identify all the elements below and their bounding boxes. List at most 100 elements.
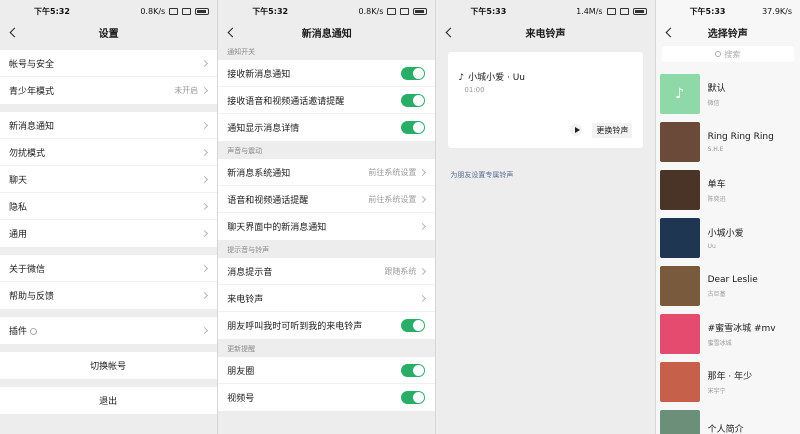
call-notify-row[interactable]: 语音和视频通话提醒 前往系统设置: [218, 186, 436, 213]
ringtone-artist: 微信: [707, 100, 720, 107]
chevron-right-icon: [201, 59, 209, 67]
battery-icon: [413, 7, 428, 15]
ringtone-list-item[interactable]: 个人简介: [656, 406, 800, 434]
ringtone-list-item[interactable]: #蜜雪冰城 #mv 蜜雪冰城: [656, 310, 800, 358]
section-title: 声音与震动: [227, 147, 263, 155]
friend-ringtone-link[interactable]: 为朋友设置专属铃声: [436, 148, 654, 180]
ringtone-artist: Uu: [707, 243, 716, 250]
row-label: 通知显示消息详情: [227, 124, 300, 134]
chevron-right-icon: [201, 326, 209, 335]
settings-help[interactable]: 帮助与反馈: [0, 282, 217, 309]
nav-bar: 设置: [0, 22, 217, 42]
status-bar: 下午5:32 0.8K/s: [218, 0, 435, 22]
page-title: 来电铃声: [525, 28, 566, 40]
chevron-right-icon: [419, 267, 427, 275]
music-note-icon: ♪: [458, 73, 465, 83]
logout-button[interactable]: 退出: [0, 387, 217, 414]
select-ringtone-screen: 下午5:33 37.9K/s 选择铃声 搜索 ♪ 默认 微信 Ring Ring Ri…: [655, 0, 800, 434]
ringtone-text: Dear Leslie 古巨基: [708, 275, 758, 298]
chevron-right-icon: [419, 222, 427, 231]
channels-row: 视频号: [218, 384, 435, 411]
row-label: 语音和视频通话提醒: [227, 195, 309, 206]
settings-account[interactable]: 帐号与安全: [0, 50, 218, 77]
search-input[interactable]: 搜索: [661, 46, 795, 62]
row-label: 勿扰模式: [9, 148, 46, 159]
toggle-switch[interactable]: [401, 391, 426, 404]
ringtone-title: Ring Ring Ring: [707, 131, 774, 142]
network-speed: 0.8K/s: [140, 6, 166, 16]
change-ringtone-button[interactable]: 更换铃声: [592, 123, 633, 138]
network-speed: 37.9K/s: [762, 6, 793, 16]
ringtone-list-item[interactable]: 小城小爱 Uu: [656, 214, 800, 262]
settings-chat[interactable]: 聊天: [0, 166, 218, 193]
receive-new-message-row: 接收新消息通知: [218, 60, 436, 87]
signal-icon: [606, 7, 616, 15]
ringtone-list-item[interactable]: Ring Ring Ring S.H.E: [656, 118, 800, 166]
status-bar: 下午5:32 0.8K/s: [0, 0, 217, 22]
settings-about[interactable]: 关于微信: [0, 255, 218, 282]
toggle-switch[interactable]: [401, 121, 426, 134]
ringtone-title: Dear Leslie: [707, 274, 758, 285]
search-icon: [715, 51, 722, 57]
button-label: 退出: [99, 397, 118, 407]
row-value: 前往系统设置: [368, 194, 417, 204]
ringtone-row[interactable]: 来电铃声: [218, 285, 436, 312]
ringtone-artist: 蜜雪冰城: [707, 340, 732, 347]
settings-dnd[interactable]: 勿扰模式: [0, 139, 218, 166]
ringtone-list-item[interactable]: Dear Leslie 古巨基: [656, 262, 800, 310]
system-notify-row[interactable]: 新消息系统通知 前往系统设置: [218, 159, 436, 186]
section-title: 更新提醒: [227, 345, 256, 353]
status-bar: 下午5:33 1.4M/s: [436, 0, 654, 22]
network-speed: 1.4M/s: [576, 6, 603, 16]
chevron-right-icon: [201, 175, 209, 183]
row-value: 前往系统设置: [368, 167, 417, 177]
settings-notifications[interactable]: 新消息通知: [0, 112, 218, 139]
row-label: 新消息通知: [9, 121, 55, 132]
row-label: 接收语音和视频通话邀请提醒: [227, 96, 345, 107]
back-icon[interactable]: [442, 25, 456, 39]
settings-privacy[interactable]: 隐私: [0, 193, 218, 220]
page-title: 设置: [98, 28, 119, 40]
status-time: 下午5:33: [689, 6, 726, 16]
message-sound-row[interactable]: 消息提示音 跟随系统: [218, 258, 436, 285]
chevron-right-icon: [419, 168, 427, 176]
ringtone-list-item[interactable]: 单车 陈奕迅: [656, 166, 800, 214]
switch-account-button[interactable]: 切换帐号: [0, 352, 217, 379]
moments-row: 朋友圈: [218, 357, 436, 384]
back-icon[interactable]: [6, 25, 20, 39]
signal-icon: [169, 7, 179, 15]
ringtone-title: 小城小爱: [707, 229, 744, 239]
back-icon[interactable]: [224, 25, 238, 39]
plugins-label: 插件: [9, 327, 28, 337]
row-label: 通用: [9, 230, 28, 240]
ringtone-text: 那年 · 年少 宋宇宁: [708, 369, 753, 395]
status-time: 下午5:32: [252, 6, 289, 16]
back-icon[interactable]: [662, 25, 676, 39]
settings-general[interactable]: 通用: [0, 220, 217, 247]
chat-notify-row[interactable]: 聊天界面中的新消息通知: [218, 213, 435, 240]
wifi-icon: [619, 7, 629, 15]
row-label: 视频号: [227, 394, 255, 404]
music-note-icon: ♪: [659, 74, 700, 114]
row-label: 隐私: [9, 202, 28, 213]
chevron-right-icon: [419, 195, 427, 203]
ringtone-title: 默认: [707, 84, 726, 94]
song-title: 小城小爱 · Uu: [468, 73, 525, 83]
ringtone-list-item[interactable]: 那年 · 年少 宋宇宁: [656, 358, 800, 406]
play-icon[interactable]: [570, 124, 583, 136]
settings-teen-mode[interactable]: 青少年模式 未开启: [0, 77, 217, 104]
row-value: 未开启: [174, 86, 199, 95]
chevron-right-icon: [201, 229, 209, 238]
section-title: 通知开关: [227, 48, 256, 56]
toggle-switch[interactable]: [401, 363, 426, 377]
ringtone-title: 那年 · 年少: [707, 372, 753, 382]
status-time: 下午5:33: [470, 6, 507, 16]
chevron-right-icon: [201, 86, 209, 95]
settings-plugins[interactable]: 插件: [0, 317, 217, 344]
toggle-switch[interactable]: [401, 93, 426, 107]
row-value: 跟随系统: [384, 266, 417, 276]
chevron-right-icon: [201, 291, 209, 300]
toggle-switch[interactable]: [401, 66, 426, 80]
toggle-switch[interactable]: [401, 319, 426, 332]
ringtone-list-item[interactable]: ♪ 默认微信: [656, 70, 800, 118]
